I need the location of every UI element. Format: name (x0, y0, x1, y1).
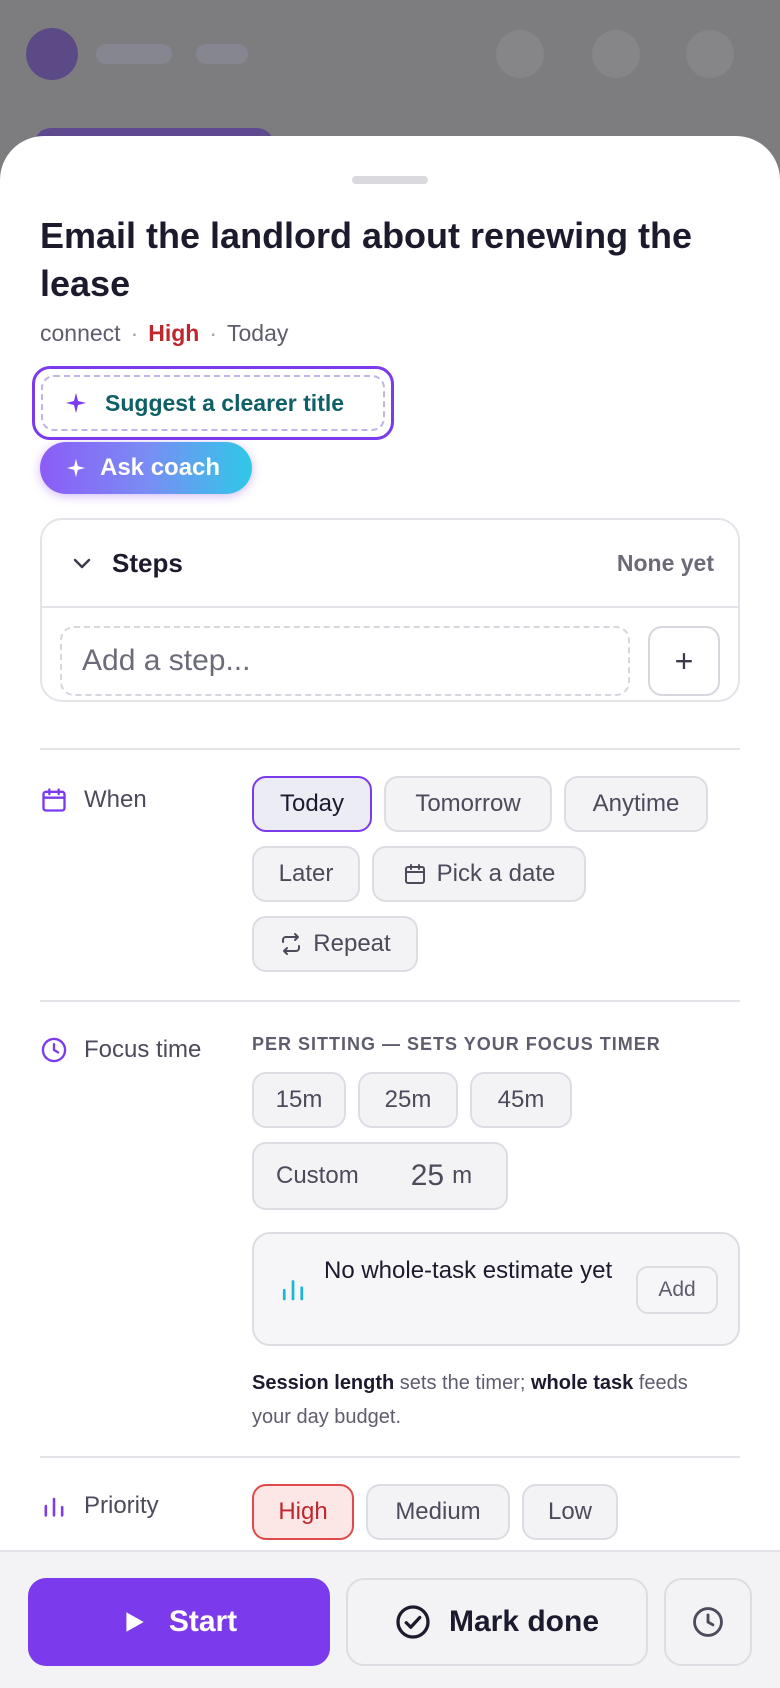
calendar-icon (42, 788, 66, 812)
sparkle-icon (65, 392, 87, 414)
chevron-down-icon (73, 558, 91, 569)
sparkle-icon (66, 458, 86, 478)
focus-label: Focus time (84, 1036, 202, 1063)
priority-option-medium[interactable]: Medium (366, 1484, 510, 1540)
steps-label: Steps (112, 547, 183, 578)
check-circle-icon (396, 1605, 430, 1639)
task-priority-badge: High (148, 320, 200, 346)
pick-date-button[interactable]: Pick a date (372, 846, 586, 902)
suggest-title-inner: Suggest a clearer title (41, 375, 385, 431)
whole-task-estimate-card: No whole-task estimate yet Add (252, 1232, 740, 1346)
custom-minutes-unit: m (452, 1162, 473, 1189)
focus-preset-45m[interactable]: 45m (470, 1072, 572, 1128)
add-step-button[interactable]: + (648, 626, 720, 696)
steps-card: Steps None yet Add a step... + (40, 518, 740, 702)
add-step-input[interactable]: Add a step... (60, 626, 630, 696)
ask-coach-button[interactable]: Ask coach (40, 442, 252, 494)
priority-option-low[interactable]: Low (522, 1484, 618, 1540)
steps-count: None yet (616, 549, 714, 576)
focus-preset-25m[interactable]: 25m (358, 1072, 458, 1128)
focus-help-note: Session length sets the timer; whole tas… (252, 1366, 732, 1434)
suggest-title-label: Suggest a clearer title (105, 389, 345, 416)
background-icon-placeholder (496, 30, 544, 78)
when-option-later[interactable]: Later (252, 846, 360, 902)
suggest-title-button[interactable]: Suggest a clearer title (32, 366, 394, 440)
background-icon-placeholder (686, 30, 734, 78)
when-option-anytime[interactable]: Anytime (564, 776, 708, 832)
task-title: Email the landlord about renewing the le… (40, 215, 693, 304)
when-option-tomorrow[interactable]: Tomorrow (384, 776, 552, 832)
steps-header-toggle[interactable]: Steps None yet (42, 520, 738, 608)
bottom-action-bar: Start Mark done (0, 1550, 780, 1688)
section-divider (40, 1456, 740, 1458)
repeat-button[interactable]: Repeat (252, 916, 418, 972)
meta-separator: · (130, 320, 139, 346)
section-divider (40, 748, 740, 750)
background-avatar (26, 28, 78, 80)
ask-coach-label: Ask coach (100, 454, 221, 481)
clock-icon (41, 1037, 67, 1063)
repeat-icon (282, 933, 301, 955)
when-label: When (84, 786, 147, 813)
task-meta: connect · High · Today (40, 320, 288, 347)
priority-row-label: Priority (40, 1492, 159, 1520)
focus-row-label: Focus time (40, 1036, 201, 1064)
custom-minutes-input[interactable]: 25 (411, 1159, 444, 1193)
when-row-label: When (40, 786, 147, 814)
custom-label: Custom (276, 1162, 359, 1189)
focus-preset-15m[interactable]: 15m (252, 1072, 346, 1128)
mark-done-label: Mark done (448, 1605, 600, 1638)
background-text-placeholder (96, 44, 172, 64)
when-option-today[interactable]: Today (252, 776, 372, 832)
pick-date-label: Pick a date (436, 860, 556, 887)
snooze-clock-button[interactable] (664, 1578, 752, 1666)
task-detail-sheet: Email the landlord about renewing the le… (0, 136, 780, 1688)
meta-separator: · (209, 320, 218, 346)
note-bold-whole-task: whole task (530, 1372, 634, 1394)
play-icon (126, 1612, 144, 1632)
background-text-placeholder (196, 44, 248, 64)
focus-caption: PER SITTING — SETS YOUR FOCUS TIMER (252, 1034, 661, 1054)
estimate-text: No whole-task estimate yet (324, 1257, 613, 1284)
start-button[interactable]: Start (28, 1578, 330, 1666)
custom-focus-field[interactable]: Custom 25 m (252, 1142, 508, 1210)
bar-chart-icon (282, 1280, 304, 1301)
priority-label: Priority (84, 1492, 159, 1519)
sheet-drag-handle[interactable] (352, 176, 428, 184)
task-due: Today (227, 320, 289, 346)
mark-done-button[interactable]: Mark done (346, 1578, 648, 1666)
background-icon-placeholder (592, 30, 640, 78)
clock-icon (693, 1607, 723, 1637)
add-estimate-button[interactable]: Add (636, 1266, 718, 1314)
start-label: Start (168, 1605, 238, 1638)
calendar-icon (404, 864, 425, 884)
note-bold-session: Session length (252, 1372, 395, 1394)
section-divider (40, 1000, 740, 1002)
repeat-label: Repeat (313, 930, 391, 957)
priority-option-high[interactable]: High (252, 1484, 354, 1540)
bar-chart-icon (44, 1497, 64, 1517)
task-list-name: connect (40, 320, 121, 346)
note-text: sets the timer; (394, 1372, 531, 1394)
